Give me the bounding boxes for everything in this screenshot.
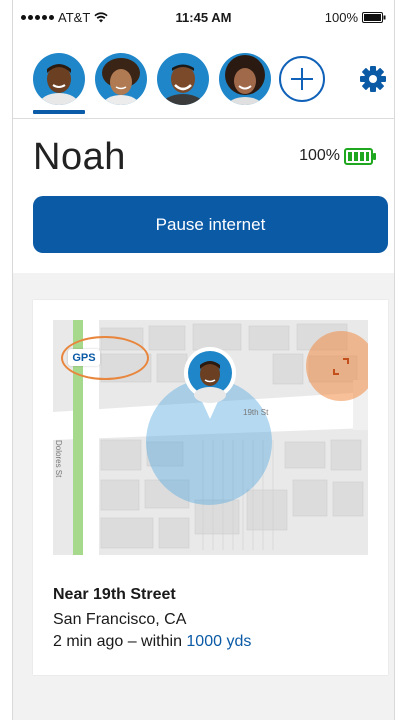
- profile-name: Noah: [33, 136, 126, 178]
- selected-member-indicator: [33, 110, 85, 114]
- street-label-dolores: Dolores St: [54, 440, 63, 478]
- avatar-member-3[interactable]: [157, 53, 209, 105]
- avatar-member-4[interactable]: [219, 53, 271, 105]
- status-battery-percent: 100%: [324, 10, 358, 25]
- location-accuracy-link[interactable]: 1000 yds: [186, 633, 251, 650]
- location-title: Near 19th Street: [53, 586, 176, 603]
- status-battery: 100%: [325, 10, 386, 25]
- header-divider: [13, 118, 394, 119]
- battery-icon: [362, 12, 386, 23]
- avatar-member-2[interactable]: [95, 53, 147, 105]
- map-pin-icon: [184, 347, 236, 419]
- location-city: San Francisco, CA: [53, 611, 187, 628]
- location-time: 2 min ago – within 1000 yds: [53, 633, 251, 651]
- pause-internet-button[interactable]: Pause internet: [33, 196, 388, 253]
- avatar-image: [157, 53, 209, 105]
- phone-screen: AT&T 11:45 AM 100% Noah 100% Pause inter…: [12, 0, 395, 720]
- location-time-text: 2 min ago – within: [53, 633, 187, 650]
- add-member-button[interactable]: [279, 56, 325, 102]
- battery-icon: [344, 147, 376, 165]
- location-map[interactable]: GPS 19th St Dolores St: [53, 320, 368, 555]
- device-battery-percent: 100%: [299, 147, 340, 164]
- location-pin[interactable]: [180, 345, 240, 421]
- avatar-image: [219, 53, 271, 105]
- gear-icon: [360, 66, 386, 92]
- street-label-19th: 19th St: [243, 408, 269, 417]
- settings-button[interactable]: [359, 65, 387, 93]
- avatar-image: [33, 53, 85, 105]
- location-card[interactable]: GPS 19th St Dolores St Near 19th Street …: [33, 300, 388, 675]
- gps-highlight-ring: [61, 336, 149, 380]
- expand-map-button[interactable]: [325, 350, 357, 382]
- device-battery: 100%: [299, 147, 376, 165]
- expand-icon: [333, 358, 349, 375]
- avatar-image: [95, 53, 147, 105]
- avatar-noah[interactable]: [33, 53, 85, 105]
- family-member-selector: [13, 53, 394, 114]
- status-bar: AT&T 11:45 AM 100%: [13, 0, 394, 36]
